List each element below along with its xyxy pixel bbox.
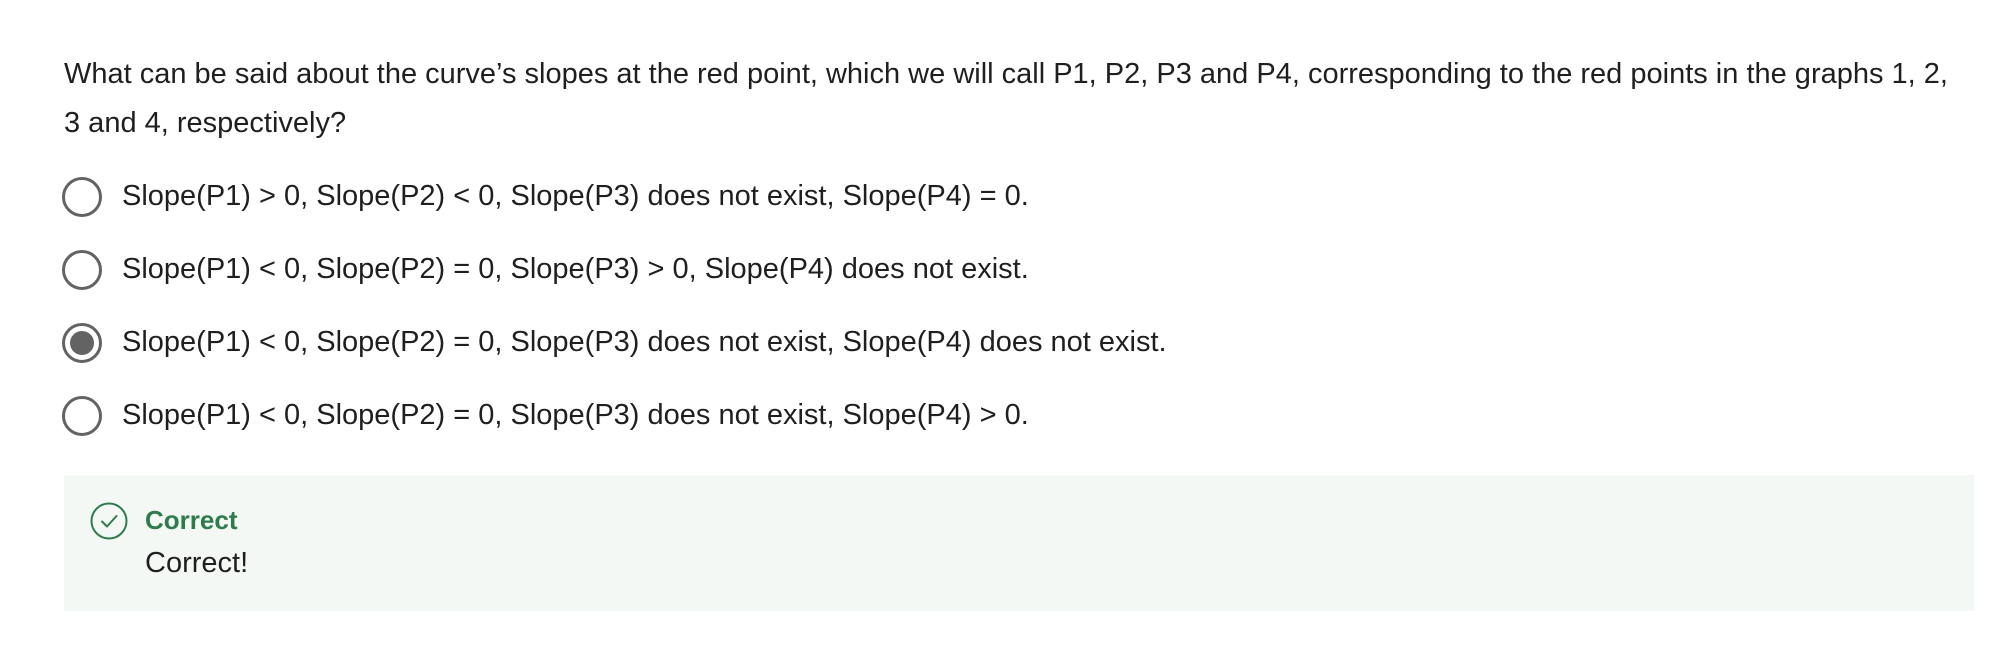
- answer-option-label[interactable]: Slope(P1) < 0, Slope(P2) = 0, Slope(P3) …: [122, 326, 1167, 359]
- answer-option-2[interactable]: Slope(P1) < 0, Slope(P2) = 0, Slope(P3) …: [62, 233, 1974, 306]
- answer-option-3[interactable]: Slope(P1) < 0, Slope(P2) = 0, Slope(P3) …: [62, 306, 1974, 379]
- feedback-message: Correct!: [145, 547, 249, 579]
- feedback-panel: Correct Correct!: [64, 475, 1974, 611]
- feedback-status: Correct: [145, 505, 238, 535]
- quiz-question: What can be said about the curve’s slope…: [62, 50, 1974, 452]
- question-text: What can be said about the curve’s slope…: [64, 58, 1948, 139]
- answer-option-1[interactable]: Slope(P1) > 0, Slope(P2) < 0, Slope(P3) …: [62, 160, 1974, 233]
- radio-button[interactable]: [62, 176, 102, 217]
- answer-option-label[interactable]: Slope(P1) < 0, Slope(P2) = 0, Slope(P3) …: [122, 399, 1029, 432]
- check-circle-icon: [90, 502, 128, 540]
- answer-option-label[interactable]: Slope(P1) > 0, Slope(P2) < 0, Slope(P3) …: [122, 180, 1029, 213]
- answer-option-label[interactable]: Slope(P1) < 0, Slope(P2) = 0, Slope(P3) …: [122, 253, 1029, 286]
- answer-options: Slope(P1) > 0, Slope(P2) < 0, Slope(P3) …: [62, 160, 1974, 452]
- answer-option-4[interactable]: Slope(P1) < 0, Slope(P2) = 0, Slope(P3) …: [62, 379, 1974, 452]
- radio-button[interactable]: [62, 395, 102, 436]
- radio-button[interactable]: [62, 322, 102, 363]
- radio-button[interactable]: [62, 249, 102, 290]
